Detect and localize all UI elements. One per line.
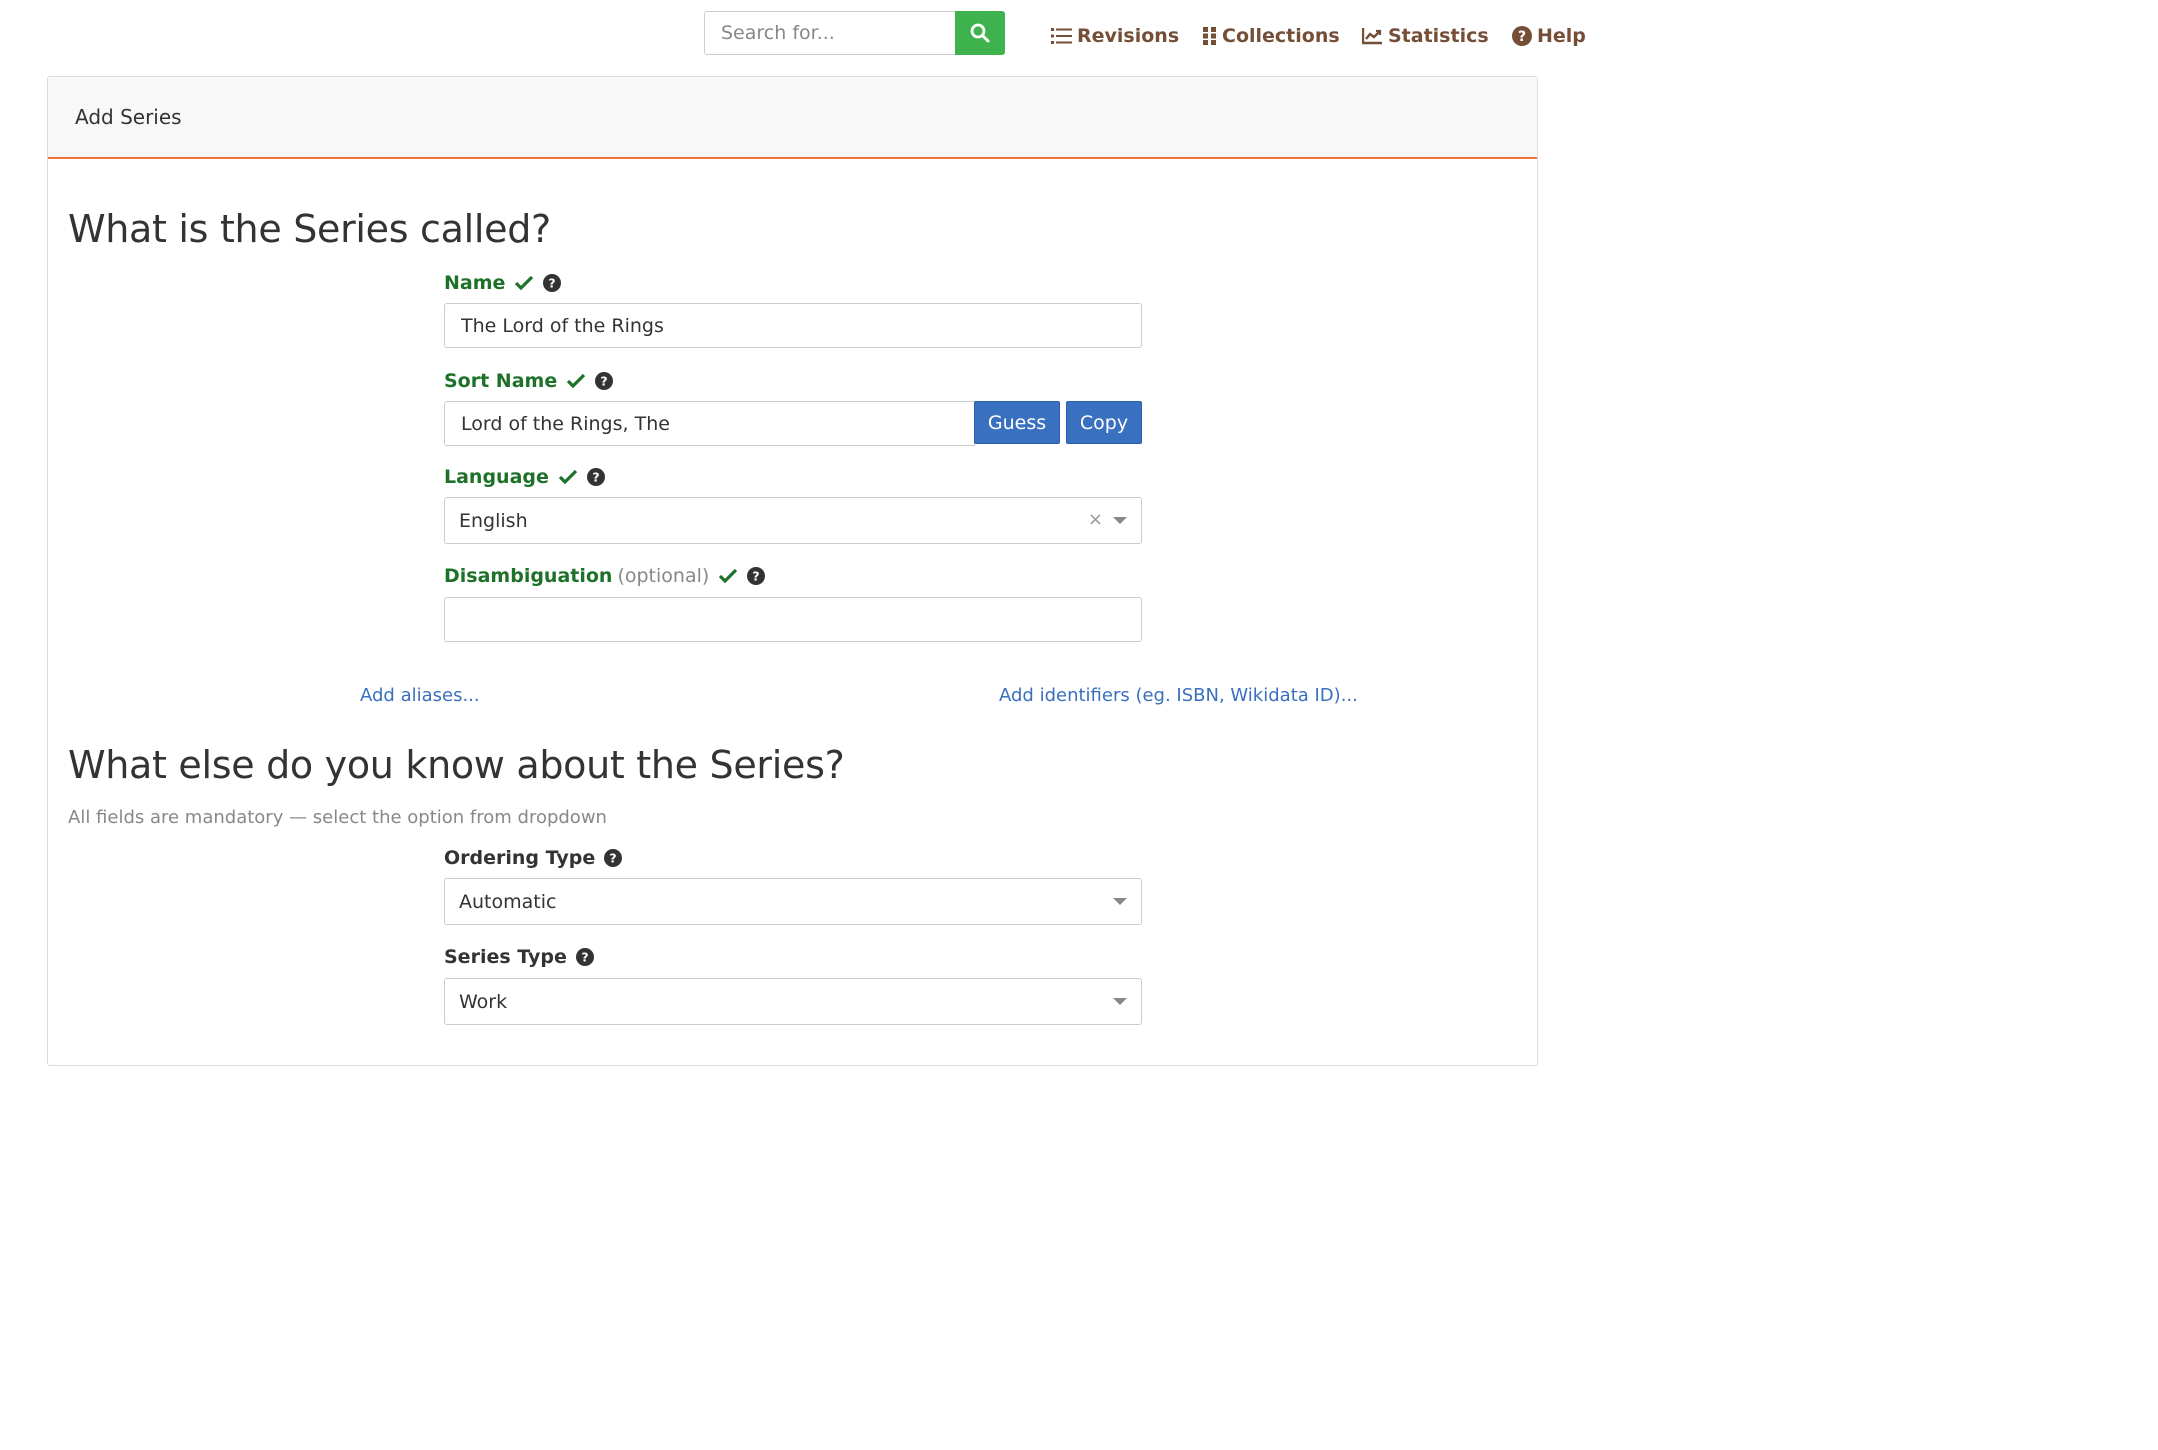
section-title-name: What is the Series called? — [68, 207, 551, 251]
add-aliases-link[interactable]: Add aliases... — [360, 685, 480, 706]
question-circle-icon[interactable]: ? — [586, 468, 605, 486]
nav-revisions-link[interactable]: Revisions — [1051, 22, 1179, 50]
nav-revisions-label: Revisions — [1077, 25, 1180, 47]
check-icon — [566, 373, 586, 389]
name-input[interactable] — [444, 303, 1142, 348]
grid-icon — [1203, 27, 1216, 45]
search-button[interactable] — [955, 11, 1005, 55]
series-type-label: Series Type ? — [444, 944, 594, 970]
section-title-details: What else do you know about the Series? — [68, 743, 845, 787]
search-input[interactable] — [704, 11, 956, 55]
svg-text:?: ? — [592, 470, 599, 485]
card-header-title: Add Series — [75, 105, 182, 129]
series-type-value: Work — [459, 990, 508, 1013]
language-select[interactable]: English × — [444, 497, 1142, 544]
clear-icon[interactable]: × — [1088, 509, 1103, 530]
sort-name-label: Sort Name ? — [444, 368, 614, 394]
nav-help-label: Help — [1537, 25, 1586, 47]
ordering-type-value: Automatic — [459, 890, 557, 913]
question-circle-icon[interactable]: ? — [747, 567, 766, 585]
chevron-down-icon[interactable] — [1113, 998, 1127, 1005]
nav-collections-label: Collections — [1222, 25, 1340, 47]
chart-line-icon — [1362, 28, 1382, 45]
mandatory-help-text: All fields are mandatory — select the op… — [68, 807, 607, 828]
list-icon — [1051, 28, 1072, 44]
top-nav: Revisions Collections Statistics ? Help — [0, 0, 1586, 70]
chevron-down-icon[interactable] — [1113, 517, 1127, 524]
svg-text:?: ? — [601, 374, 608, 389]
language-select-value: English — [459, 509, 528, 532]
question-circle-icon[interactable]: ? — [604, 849, 623, 867]
svg-text:?: ? — [1518, 29, 1526, 45]
ordering-type-select[interactable]: Automatic — [444, 878, 1142, 925]
card-header: Add Series — [48, 77, 1537, 159]
check-icon — [718, 568, 738, 584]
search-icon — [970, 23, 990, 43]
question-circle-icon[interactable]: ? — [575, 948, 594, 966]
question-circle-icon: ? — [1512, 26, 1532, 46]
language-label-text: Language — [444, 466, 549, 488]
disambiguation-label: Disambiguation (optional) ? — [444, 563, 766, 589]
disambiguation-input[interactable] — [444, 597, 1142, 642]
nav-statistics-link[interactable]: Statistics — [1362, 22, 1489, 50]
ordering-type-label-text: Ordering Type — [444, 847, 596, 869]
guess-button[interactable]: Guess — [974, 401, 1060, 444]
check-icon — [514, 275, 534, 291]
svg-text:?: ? — [581, 950, 588, 965]
nav-help-link[interactable]: ? Help — [1512, 22, 1586, 50]
sort-name-input[interactable] — [444, 401, 975, 446]
ordering-type-label: Ordering Type ? — [444, 845, 623, 871]
name-label: Name ? — [444, 270, 562, 296]
name-label-text: Name — [444, 272, 506, 294]
series-type-label-text: Series Type — [444, 946, 567, 968]
svg-text:?: ? — [753, 569, 760, 584]
copy-button[interactable]: Copy — [1066, 401, 1142, 444]
svg-text:?: ? — [549, 276, 556, 291]
disambiguation-label-text: Disambiguation — [444, 565, 613, 587]
check-icon — [558, 469, 578, 485]
nav-statistics-label: Statistics — [1388, 25, 1489, 47]
optional-tag: (optional) — [617, 565, 710, 587]
language-label: Language ? — [444, 464, 605, 490]
series-type-select[interactable]: Work — [444, 978, 1142, 1025]
add-identifiers-link[interactable]: Add identifiers (eg. ISBN, Wikidata ID).… — [999, 685, 1358, 706]
question-circle-icon[interactable]: ? — [543, 274, 562, 292]
chevron-down-icon[interactable] — [1113, 898, 1127, 905]
sort-name-label-text: Sort Name — [444, 370, 558, 392]
nav-collections-link[interactable]: Collections — [1203, 22, 1340, 50]
question-circle-icon[interactable]: ? — [595, 372, 614, 390]
add-series-card: Add Series What is the Series called? Na… — [47, 76, 1538, 1066]
svg-text:?: ? — [610, 851, 617, 866]
